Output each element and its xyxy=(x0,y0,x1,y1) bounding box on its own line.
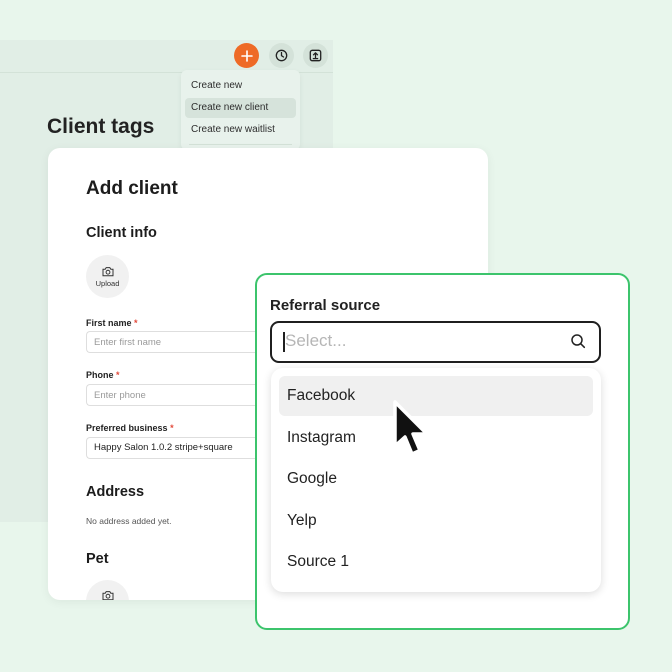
client-info-heading: Client info xyxy=(86,225,157,241)
camera-icon xyxy=(102,266,113,276)
address-empty-text: No address added yet. xyxy=(86,516,172,526)
search-placeholder: Select... xyxy=(285,331,347,350)
card-title: Add client xyxy=(86,178,178,199)
preferred-business-label: Preferred business * xyxy=(86,423,174,433)
upload-photo-button[interactable]: Upload xyxy=(86,255,129,298)
referral-source-panel: Referral source Select... Facebook Insta… xyxy=(255,273,630,630)
upload-label: Upload xyxy=(95,278,120,288)
search-icon[interactable] xyxy=(570,333,586,349)
first-name-label: First name * xyxy=(86,318,138,328)
menu-divider xyxy=(189,144,292,145)
menu-item-create-appointment[interactable]: Create new appointment xyxy=(185,76,296,111)
option-source-1[interactable]: Source 1 xyxy=(279,542,593,582)
pet-upload-button[interactable] xyxy=(86,580,129,600)
menu-item-create-client[interactable]: Create new client xyxy=(185,98,296,118)
upload-tray-icon xyxy=(309,49,322,62)
address-heading: Address xyxy=(86,484,145,500)
history-button[interactable] xyxy=(269,43,294,68)
plus-icon xyxy=(240,49,253,62)
pet-heading: Pet xyxy=(86,551,109,567)
quick-create-menu: Create new appointment Create new client… xyxy=(181,70,300,150)
option-yelp[interactable]: Yelp xyxy=(279,501,593,541)
menu-item-create-waitlist[interactable]: Create new waitlist xyxy=(185,120,296,140)
page-title: Client tags xyxy=(47,115,155,138)
create-new-button[interactable] xyxy=(234,43,259,68)
mouse-pointer-icon xyxy=(393,400,429,456)
export-button[interactable] xyxy=(303,43,328,68)
referral-source-search[interactable]: Select... xyxy=(270,321,601,363)
clock-icon xyxy=(275,49,288,62)
referral-source-label: Referral source xyxy=(270,297,381,314)
option-google[interactable]: Google xyxy=(279,459,593,499)
camera-icon xyxy=(102,591,113,600)
phone-label: Phone * xyxy=(86,370,120,380)
